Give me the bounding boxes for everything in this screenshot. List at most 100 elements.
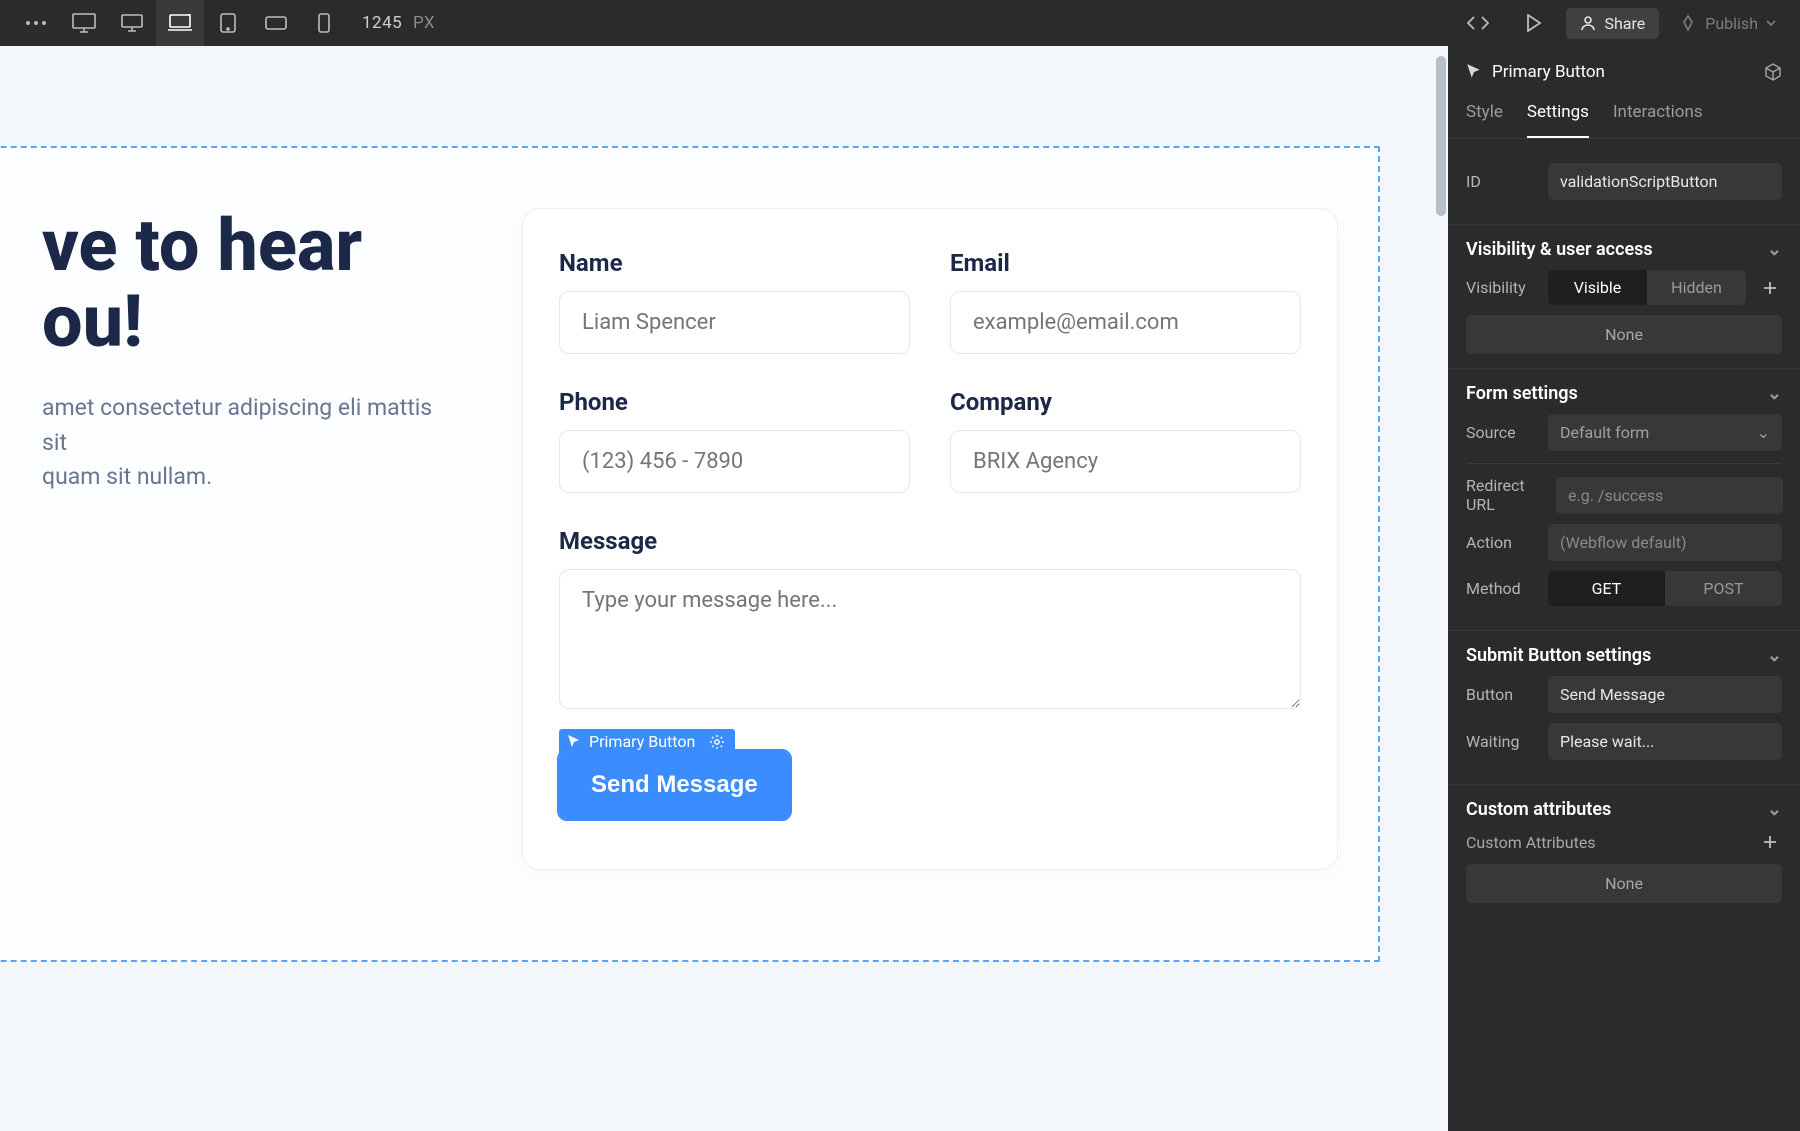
id-label: ID: [1466, 172, 1536, 191]
breakpoint-tablet-icon[interactable]: [204, 0, 252, 46]
visibility-label: Visibility: [1466, 278, 1536, 297]
field-email: Email: [950, 249, 1301, 354]
id-input[interactable]: [1548, 163, 1782, 200]
section-submit-button: Submit Button settings ⌄ Button Waiting: [1448, 631, 1800, 785]
custom-attr-sublabel: Custom Attributes: [1466, 833, 1596, 852]
phone-input[interactable]: [559, 430, 910, 493]
plus-icon: [1763, 281, 1777, 295]
visibility-conditions-none: None: [1466, 315, 1782, 354]
method-segmented: GET POST: [1548, 571, 1782, 606]
button-text-input[interactable]: [1548, 676, 1782, 713]
email-input[interactable]: [950, 291, 1301, 354]
chevron-down-icon: [1766, 20, 1776, 26]
canvas-width-value: 1245: [362, 13, 402, 33]
topbar-right: Share Publish: [1454, 0, 1788, 46]
chevron-down-icon: ⌄: [1767, 645, 1782, 666]
canvas-width-readout[interactable]: 1245 PX: [362, 13, 435, 33]
inspector-header: Primary Button: [1448, 46, 1800, 92]
code-icon[interactable]: [1454, 0, 1502, 46]
breakpoint-mobile-landscape-icon[interactable]: [252, 0, 300, 46]
custom-attr-none: None: [1466, 864, 1782, 903]
plus-icon: [1763, 835, 1777, 849]
pointer-icon: [1466, 63, 1482, 81]
action-input[interactable]: [1548, 524, 1782, 561]
method-label: Method: [1466, 579, 1536, 598]
contact-form-card: Name Email Phone Company: [522, 208, 1338, 870]
redirect-url-input[interactable]: [1556, 477, 1783, 514]
field-name: Name: [559, 249, 910, 354]
publish-button-label: Publish: [1705, 14, 1758, 33]
company-label: Company: [950, 388, 1301, 416]
tab-settings[interactable]: Settings: [1527, 92, 1589, 138]
submit-button-heading[interactable]: Submit Button settings ⌄: [1466, 645, 1782, 666]
field-company: Company: [950, 388, 1301, 493]
breakpoint-mobile-icon[interactable]: [300, 0, 348, 46]
message-label: Message: [559, 527, 1301, 555]
breakpoint-desktop-icon[interactable]: [60, 0, 108, 46]
breakpoint-desktop-small-icon[interactable]: [108, 0, 156, 46]
name-label: Name: [559, 249, 910, 277]
canvas[interactable]: ve to hear ou! amet consectetur adipisci…: [0, 46, 1448, 1131]
main: ve to hear ou! amet consectetur adipisci…: [0, 46, 1800, 1131]
selection-tag[interactable]: Primary Button: [559, 729, 735, 754]
source-label: Source: [1466, 423, 1536, 442]
hero-text-block: ve to hear ou! amet consectetur adipisci…: [42, 208, 462, 495]
method-get[interactable]: GET: [1548, 571, 1665, 606]
gear-icon[interactable]: [709, 734, 725, 750]
add-visibility-condition-button[interactable]: [1758, 276, 1782, 300]
canvas-scrollbar-thumb[interactable]: [1436, 56, 1446, 216]
more-icon[interactable]: [12, 0, 60, 46]
custom-attr-heading[interactable]: Custom attributes ⌄: [1466, 799, 1782, 820]
visibility-visible[interactable]: Visible: [1548, 270, 1647, 305]
inspector-panel: Primary Button Style Settings Interactio…: [1448, 46, 1800, 1131]
waiting-text-label: Waiting: [1466, 732, 1536, 751]
topbar-left: 1245 PX: [12, 0, 435, 46]
publish-button[interactable]: Publish: [1667, 8, 1788, 39]
inspector-tabs: Style Settings Interactions: [1448, 92, 1800, 139]
add-custom-attr-button[interactable]: [1758, 830, 1782, 854]
name-input[interactable]: [559, 291, 910, 354]
selected-element-wrap: Primary Button Send Message: [559, 751, 790, 819]
email-label: Email: [950, 249, 1301, 277]
rocket-icon: [1679, 15, 1697, 31]
tab-style[interactable]: Style: [1466, 92, 1503, 138]
company-input[interactable]: [950, 430, 1301, 493]
canvas-scrollbar[interactable]: [1434, 46, 1448, 1131]
chevron-down-icon: ⌄: [1767, 383, 1782, 404]
form-settings-heading[interactable]: Form settings ⌄: [1466, 383, 1782, 404]
selected-section-outline: ve to hear ou! amet consectetur adipisci…: [0, 146, 1380, 962]
canvas-width-unit: PX: [413, 13, 435, 33]
field-message: Message: [559, 527, 1301, 713]
visibility-heading[interactable]: Visibility & user access ⌄: [1466, 239, 1782, 260]
source-select[interactable]: Default form ⌄: [1548, 414, 1782, 451]
chevron-down-icon: ⌄: [1767, 239, 1782, 260]
tab-interactions[interactable]: Interactions: [1613, 92, 1703, 138]
action-label: Action: [1466, 533, 1536, 552]
topbar: 1245 PX Share Publish: [0, 0, 1800, 46]
hero-subtitle: amet consectetur adipiscing eli mattis s…: [42, 391, 462, 495]
pointer-icon: [567, 734, 581, 750]
section-form-settings: Form settings ⌄ Source Default form ⌄ Re…: [1448, 369, 1800, 631]
section-visibility: Visibility & user access ⌄ Visibility Vi…: [1448, 225, 1800, 369]
waiting-text-input[interactable]: [1548, 723, 1782, 760]
visibility-segmented: Visible Hidden: [1548, 270, 1746, 305]
inspector-element-name: Primary Button: [1492, 62, 1605, 82]
preview-play-icon[interactable]: [1510, 0, 1558, 46]
share-button-label: Share: [1604, 14, 1645, 33]
message-textarea[interactable]: [559, 569, 1301, 709]
section-id: ID: [1448, 139, 1800, 225]
method-post[interactable]: POST: [1665, 571, 1782, 606]
submit-button[interactable]: Send Message: [559, 751, 790, 819]
person-icon: [1580, 15, 1596, 31]
component-cube-icon[interactable]: [1764, 63, 1782, 81]
redirect-url-label: Redirect URL: [1466, 476, 1544, 514]
visibility-hidden[interactable]: Hidden: [1647, 270, 1746, 305]
field-phone: Phone: [559, 388, 910, 493]
button-text-label: Button: [1466, 685, 1536, 704]
form-grid: Name Email Phone Company: [559, 249, 1301, 713]
section-custom-attributes: Custom attributes ⌄ Custom Attributes No…: [1448, 785, 1800, 917]
chevron-down-icon: ⌄: [1757, 423, 1770, 442]
selection-tag-label: Primary Button: [589, 732, 695, 751]
breakpoint-laptop-icon[interactable]: [156, 0, 204, 46]
share-button[interactable]: Share: [1566, 8, 1659, 39]
